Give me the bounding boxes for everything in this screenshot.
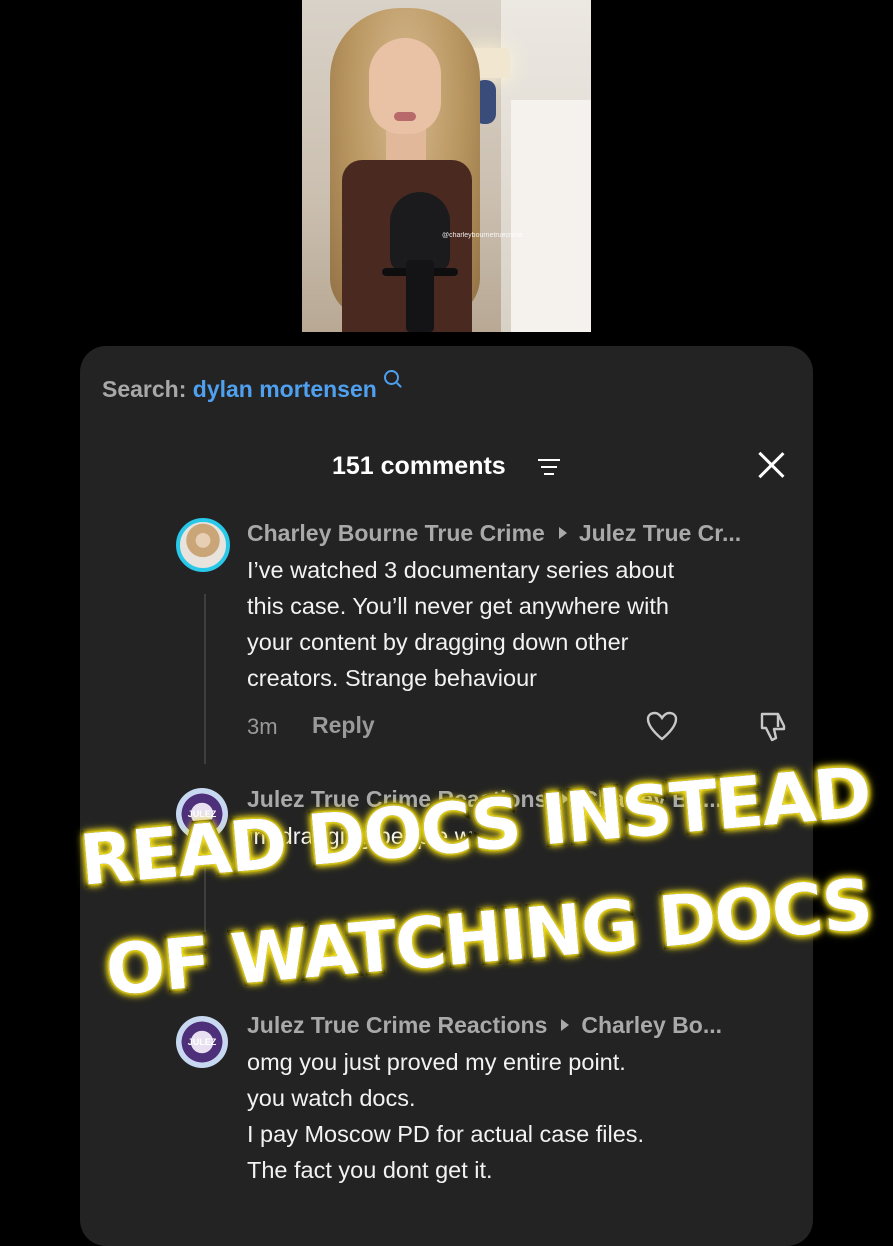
comment-author-line[interactable]: Julez True Crime Reactions Charley Bo...	[247, 786, 722, 813]
dislike-icon[interactable]	[756, 710, 788, 742]
sort-filter-icon[interactable]	[538, 459, 560, 475]
heart-icon[interactable]	[646, 711, 678, 741]
reply-to-author[interactable]: Charley Bo...	[581, 1012, 722, 1038]
comment-count: 151 comments	[332, 452, 506, 480]
reply-arrow-icon	[558, 527, 567, 539]
search-suggestion[interactable]: Search: dylan mortensen	[102, 370, 399, 403]
presenter-lips	[394, 112, 416, 121]
comment-author[interactable]: Charley Bourne True Crime	[247, 520, 545, 546]
reply-to-author[interactable]: Julez True Cr...	[579, 520, 741, 546]
reply-arrow-icon	[561, 793, 570, 805]
comment-author[interactable]: Julez True Crime Reactions	[247, 786, 547, 812]
video-preview[interactable]: @charleybournetruecrime	[302, 0, 591, 332]
reply-button[interactable]: Reply	[312, 712, 375, 739]
video-watermark: @charleybournetruecrime	[442, 232, 523, 239]
reply-to-author[interactable]: Charley Bo...	[581, 786, 722, 812]
comment-text: omg you just proved my entire point. you…	[247, 1049, 645, 1183]
close-button[interactable]	[756, 450, 786, 480]
search-label: Search:	[102, 376, 187, 402]
search-term[interactable]: dylan mortensen	[193, 376, 377, 402]
comment-author-line[interactable]: Charley Bourne True Crime Julez True Cr..…	[247, 520, 741, 547]
avatar[interactable]	[176, 518, 230, 572]
comments-panel: Search: dylan mortensen 151 comments Cha…	[80, 346, 813, 1246]
bed	[511, 100, 591, 332]
avatar[interactable]: JULEZ	[176, 788, 228, 840]
comment-time: 3m	[247, 714, 278, 739]
microphone-body	[406, 260, 434, 332]
avatar[interactable]: JULEZ	[176, 1016, 228, 1068]
thread-line	[204, 594, 206, 764]
comment-author[interactable]: Julez True Crime Reactions	[247, 1012, 547, 1038]
reply-arrow-icon	[561, 1019, 570, 1031]
comment-author-line[interactable]: Julez True Crime Reactions Charley Bo...	[247, 1012, 722, 1039]
comment-text: I’ve watched 3 documentary series about …	[247, 557, 675, 691]
search-icon	[383, 370, 399, 385]
thread-line	[204, 836, 206, 946]
comment-text: Im dragging people w	[247, 823, 472, 849]
